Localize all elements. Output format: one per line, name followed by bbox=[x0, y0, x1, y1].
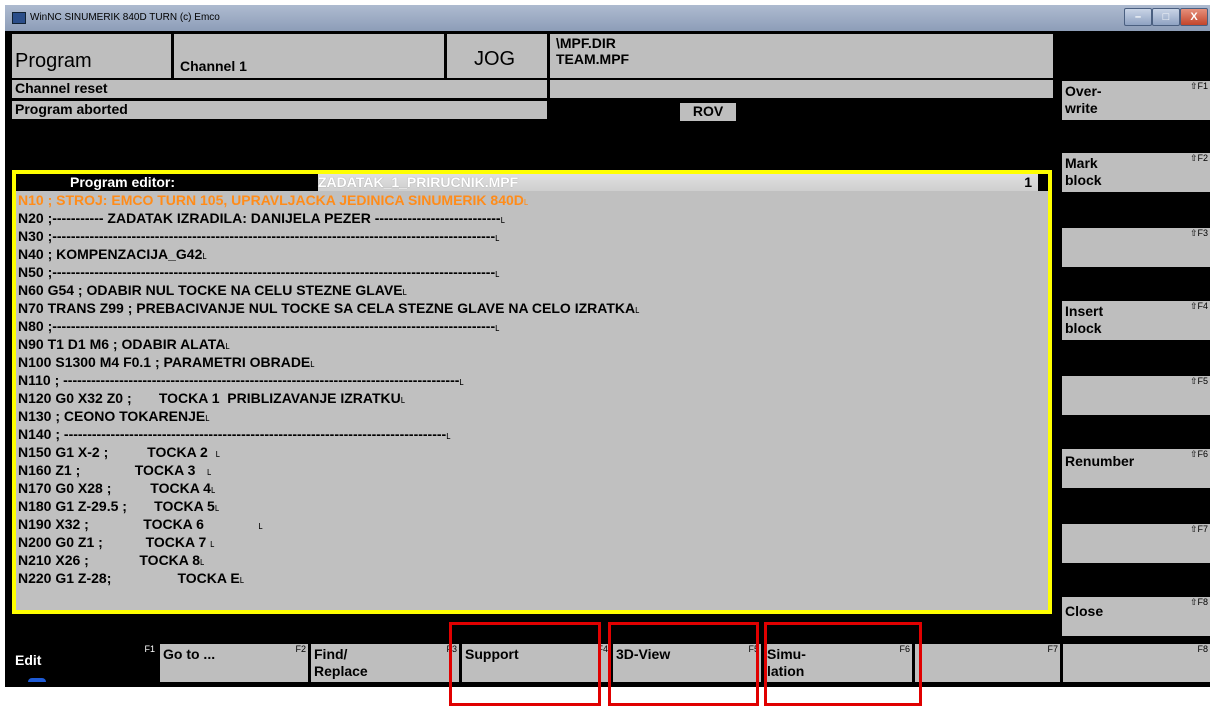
close-button[interactable]: X bbox=[1180, 8, 1208, 26]
minimize-button[interactable]: – bbox=[1124, 8, 1152, 26]
code-line[interactable]: N50 ;-----------------------------------… bbox=[18, 264, 500, 281]
code-line[interactable]: N90 T1 D1 M6 ; ODABIR ALATA˪ bbox=[18, 336, 230, 353]
message-line-2: Program aborted bbox=[12, 101, 547, 119]
program-dir: \MPF.DIR bbox=[556, 35, 616, 51]
message-line-1: Channel reset bbox=[12, 80, 547, 98]
function-key-label: ⇧F6 bbox=[1189, 449, 1208, 459]
code-line[interactable]: N150 G1 X-2 ; TOCKA 2 ˪ bbox=[18, 444, 220, 461]
program-path: \MPF.DIR TEAM.MPF bbox=[550, 34, 1053, 78]
code-line[interactable]: N140 ; ---------------------------------… bbox=[18, 426, 451, 443]
code-line[interactable]: N160 Z1 ; TOCKA 3 ˪ bbox=[18, 462, 212, 479]
softkey-f7[interactable]: F7 bbox=[915, 644, 1060, 682]
softkey-label: Go to ... bbox=[163, 646, 216, 662]
softkey-edit[interactable]: Edit F1 bbox=[12, 644, 157, 682]
softkey-empty-3[interactable]: ⇧F3 bbox=[1062, 228, 1210, 267]
code-line[interactable]: N200 G0 Z1 ; TOCKA 7 ˪ bbox=[18, 534, 215, 551]
code-line[interactable]: N40 ; KOMPENZACIJA_G42˪ bbox=[18, 246, 207, 263]
rov-indicator: ROV bbox=[680, 103, 736, 121]
softkey-label: Mark block bbox=[1065, 155, 1102, 188]
softkey-overwrite[interactable]: Over- write ⇧F1 bbox=[1062, 81, 1210, 120]
softkey-find-replace[interactable]: Find/ Replace F3 bbox=[311, 644, 459, 682]
softkey-label: Renumber bbox=[1065, 453, 1135, 469]
editor-line-number: 1 bbox=[1024, 174, 1032, 190]
program-file: TEAM.MPF bbox=[556, 51, 630, 67]
annotation-box-support bbox=[449, 622, 601, 706]
function-key-label: ⇧F4 bbox=[1189, 301, 1208, 311]
softkey-label: Insert block bbox=[1065, 303, 1104, 336]
code-line[interactable]: N190 X32 ; TOCKA 6 ˪ bbox=[18, 516, 263, 533]
softkey-go-to[interactable]: Go to ... F2 bbox=[160, 644, 308, 682]
mode-display: JOG bbox=[447, 34, 547, 78]
function-key-label: F1 bbox=[144, 644, 155, 654]
softkey-close[interactable]: Close ⇧F8 bbox=[1062, 597, 1210, 636]
softkey-renumber[interactable]: Renumber ⇧F6 bbox=[1062, 449, 1210, 488]
app-icon bbox=[12, 12, 26, 24]
function-key-label: ⇧F2 bbox=[1189, 153, 1208, 163]
area-display: Program bbox=[12, 34, 171, 78]
softkey-label: Find/ Replace bbox=[314, 646, 368, 679]
function-key-label: F7 bbox=[1047, 644, 1058, 654]
softkey-empty-5[interactable]: ⇧F5 bbox=[1062, 376, 1210, 415]
code-line[interactable]: N210 X26 ; TOCKA 8˪ bbox=[18, 552, 205, 569]
softkey-f8[interactable]: F8 bbox=[1063, 644, 1210, 682]
function-key-label: ⇧F8 bbox=[1189, 597, 1208, 607]
code-line[interactable]: N60 G54 ; ODABIR NUL TOCKE NA CELU STEZN… bbox=[18, 282, 407, 299]
function-key-label: ⇧F3 bbox=[1189, 228, 1208, 238]
annotation-box-simulation bbox=[764, 622, 922, 706]
editor-text[interactable]: N10 ; STROJ: EMCO TURN 105, UPRAVLJACKA … bbox=[16, 191, 1048, 611]
channel-display: Channel 1 bbox=[174, 34, 444, 78]
function-key-label: ⇧F7 bbox=[1189, 524, 1208, 534]
code-line[interactable]: N110 ; ---------------------------------… bbox=[18, 372, 464, 389]
softkey-insert-block[interactable]: Insert block ⇧F4 bbox=[1062, 301, 1210, 340]
annotation-box-3d-view bbox=[608, 622, 759, 706]
message-line-empty bbox=[550, 80, 1053, 98]
code-line[interactable]: N70 TRANS Z99 ; PREBACIVANJE NUL TOCKE S… bbox=[18, 300, 640, 317]
editor-filename: ZADATAK_1_PRIRUCNIK.MPF bbox=[318, 174, 519, 190]
maximize-button[interactable]: □ bbox=[1152, 8, 1180, 26]
code-line[interactable]: N170 G0 X28 ; TOCKA 4˪ bbox=[18, 480, 216, 497]
code-line[interactable]: N20 ;----------- ZADATAK IZRADILA: DANIJ… bbox=[18, 210, 505, 227]
code-line[interactable]: N120 G0 X32 Z0 ; TOCKA 1 PRIBLIZAVANJE I… bbox=[18, 390, 405, 407]
editor-label: Program editor: bbox=[70, 174, 176, 190]
softkey-empty-7[interactable]: ⇧F7 bbox=[1062, 524, 1210, 563]
function-key-label: ⇧F1 bbox=[1189, 81, 1208, 91]
code-line[interactable]: N180 G1 Z-29.5 ; TOCKA 5˪ bbox=[18, 498, 220, 515]
function-key-label: F2 bbox=[295, 644, 306, 654]
softkey-label: Edit bbox=[15, 652, 42, 668]
code-line[interactable]: N220 G1 Z-28; TOCKA E˪ bbox=[18, 570, 244, 587]
code-line[interactable]: N100 S1300 M4 F0.1 ; PARAMETRI OBRADE˪ bbox=[18, 354, 315, 371]
editor-filename-bar: ZADATAK_1_PRIRUCNIK.MPF 1 bbox=[318, 174, 1038, 191]
softkey-label: Close bbox=[1065, 603, 1104, 619]
code-line[interactable]: N10 ; STROJ: EMCO TURN 105, UPRAVLJACKA … bbox=[18, 192, 529, 209]
function-key-label: ⇧F5 bbox=[1189, 376, 1208, 386]
softkey-mark-block[interactable]: Mark block ⇧F2 bbox=[1062, 153, 1210, 192]
code-line[interactable]: N130 ; CEONO TOKARENJE˪ bbox=[18, 408, 210, 425]
code-line[interactable]: N30 ;-----------------------------------… bbox=[18, 228, 500, 245]
function-key-label: F8 bbox=[1197, 644, 1208, 654]
code-line[interactable]: N80 ;-----------------------------------… bbox=[18, 318, 500, 335]
window-title: WinNC SINUMERIK 840D TURN (c) Emco bbox=[30, 12, 220, 23]
active-indicator bbox=[28, 678, 46, 682]
softkey-label: Over- write bbox=[1065, 83, 1102, 116]
